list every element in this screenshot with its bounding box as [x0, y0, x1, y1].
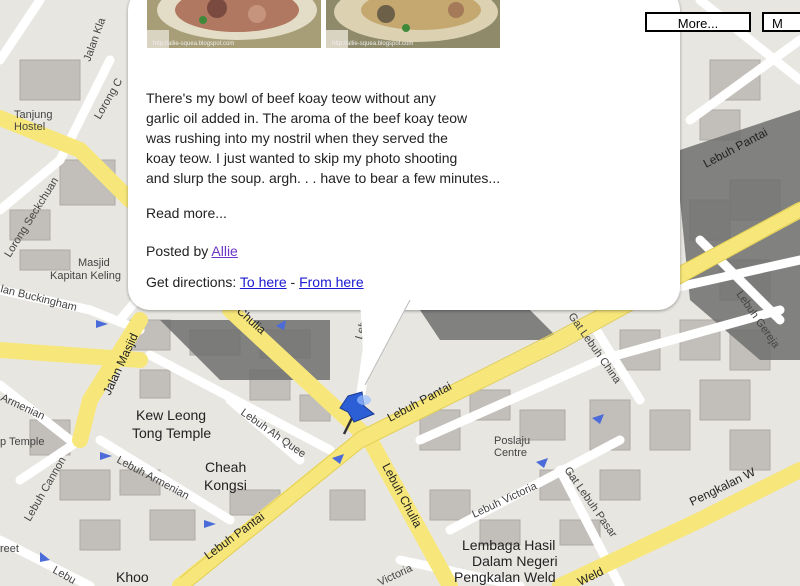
- label-lembaga: Lembaga Hasil: [462, 537, 555, 553]
- read-more-link[interactable]: Read more...: [146, 205, 227, 221]
- photo-caption: http://allie-squea.blogspot.com: [332, 41, 414, 47]
- label-masjid: Masjid: [78, 257, 110, 269]
- photo-caption: http://allie-squea.blogspot.com: [153, 41, 235, 47]
- directions-label: Get directions:: [146, 274, 237, 290]
- from-here-link[interactable]: From here: [299, 274, 364, 290]
- posted-by-label: Posted by: [146, 243, 209, 259]
- info-window-tail: [360, 300, 411, 386]
- label-khoo: Khoo: [116, 569, 149, 585]
- label-dalam-negeri: Dalam Negeri: [472, 553, 558, 569]
- map-type-button[interactable]: M: [762, 12, 800, 32]
- food-photo-2[interactable]: http://allie-squea.blogspot.com: [326, 0, 500, 48]
- label-kongsi: Kongsi: [204, 477, 247, 493]
- label-cheah: Cheah: [205, 459, 246, 475]
- label-pengkalan-weld: Pengkalan Weld: [454, 569, 556, 585]
- label-poslaju: Poslaju: [494, 435, 530, 447]
- label-p-temple: p Temple: [0, 436, 44, 448]
- food-photo-1[interactable]: http://allie-squea.blogspot.com: [147, 0, 321, 48]
- label-kew-leong: Kew Leong: [136, 407, 206, 423]
- label-tong-temple: Tong Temple: [132, 425, 211, 441]
- get-directions: Get directions: To here - From here: [146, 274, 364, 290]
- label-centre: Centre: [494, 447, 527, 459]
- to-here-link[interactable]: To here: [240, 274, 287, 290]
- posted-by: Posted by Allie: [146, 243, 238, 259]
- post-description: There's my bowl of beef koay teow withou…: [146, 90, 501, 186]
- label-reet: reet: [0, 543, 19, 555]
- label-hostel: Hostel: [14, 121, 45, 133]
- more-button[interactable]: More...: [645, 12, 751, 32]
- author-link[interactable]: Allie: [211, 243, 237, 259]
- label-tanjung: Tanjung: [14, 109, 53, 121]
- directions-separator: -: [290, 274, 296, 290]
- label-kapitan-keling: Kapitan Keling: [50, 270, 121, 282]
